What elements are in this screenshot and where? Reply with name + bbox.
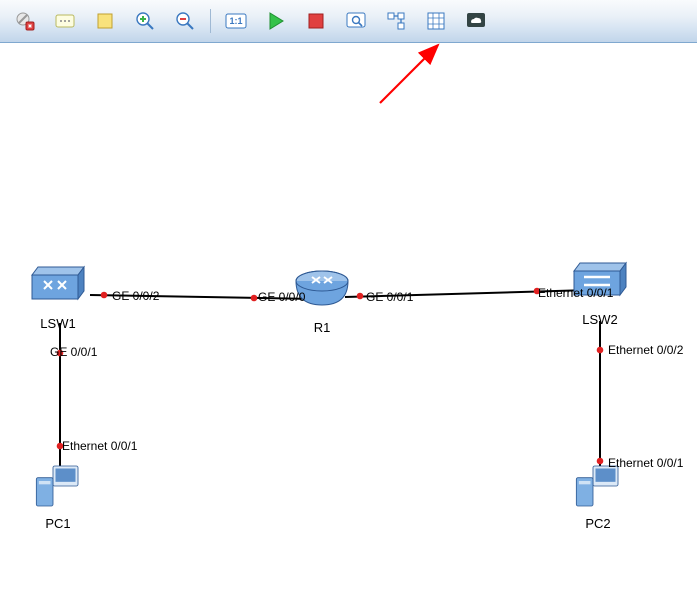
delete-button[interactable] [6,5,44,37]
note-button[interactable] [86,5,124,37]
device-pc2[interactable]: PC2 [566,461,630,531]
annotation-button[interactable] [46,5,84,37]
inspect-icon [345,10,367,32]
port-label: Ethernet 0/0/1 [608,456,683,470]
grid-button[interactable] [417,5,455,37]
device-lsw1[interactable]: LSW1 [26,261,90,331]
topology-canvas[interactable]: LSW1 R1 LSW2 [0,43,697,590]
inspect-button[interactable] [337,5,375,37]
play-icon [266,11,286,31]
cloud-button[interactable] [457,5,495,37]
grid-icon [426,11,446,31]
stop-icon [307,12,325,30]
note-icon [95,11,115,31]
delete-icon [14,10,36,32]
port-label: Ethernet 0/0/2 [608,343,683,357]
topology-icon [385,10,407,32]
svg-text:1:1: 1:1 [229,16,242,26]
start-button[interactable] [257,5,295,37]
device-label: LSW1 [26,316,90,331]
cloud-icon [465,11,487,31]
zoom-out-button[interactable] [166,5,204,37]
zoom-in-icon [134,10,156,32]
port-label: Ethernet 0/0/1 [538,286,613,300]
pc-icon [26,461,90,511]
device-label: PC2 [566,516,630,531]
stop-button[interactable] [297,5,335,37]
port-label: Ethernet 0/0/1 [62,439,137,453]
switch-icon [26,261,90,311]
annotation-icon [54,10,76,32]
zoom-out-icon [174,10,196,32]
separator [210,9,211,33]
topology-button[interactable] [377,5,415,37]
fit-icon: 1:1 [224,11,248,31]
device-pc1[interactable]: PC1 [26,461,90,531]
port-label: GE 0/0/0 [258,290,305,304]
zoom-in-button[interactable] [126,5,164,37]
device-label: PC1 [26,516,90,531]
port-label: GE 0/0/1 [366,290,413,304]
device-label: LSW2 [568,312,632,327]
device-label: R1 [290,320,354,335]
toolbar: 1:1 [0,0,697,43]
port-label: GE 0/0/2 [112,289,159,303]
fit-button[interactable]: 1:1 [217,5,255,37]
port-label: GE 0/0/1 [50,345,97,359]
